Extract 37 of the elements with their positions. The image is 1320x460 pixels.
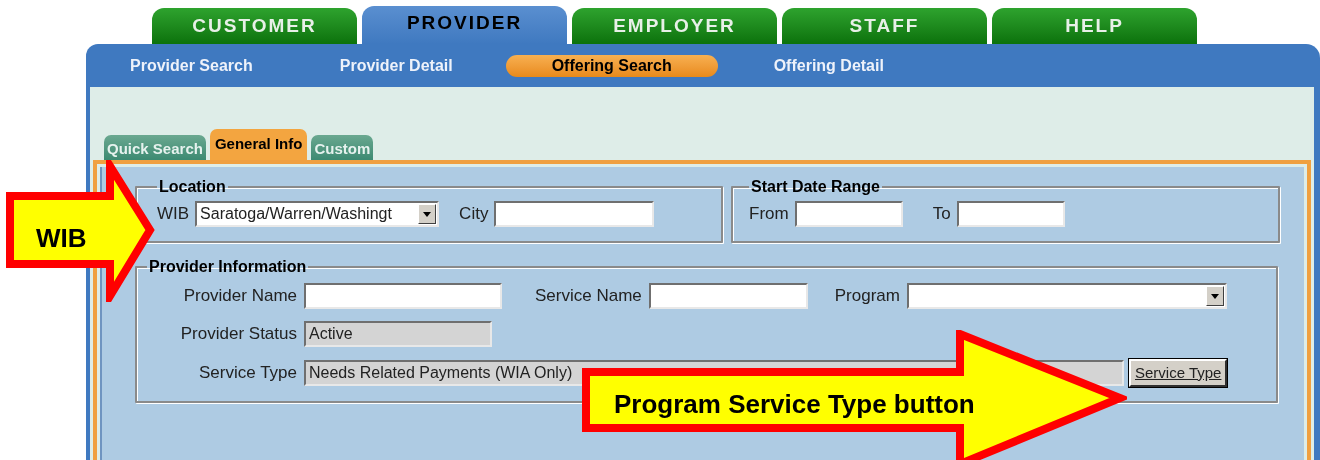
form-tab[interactable]: General Info — [209, 129, 308, 160]
nav-tab[interactable]: HELP — [992, 8, 1197, 44]
input-field[interactable] — [956, 201, 1065, 227]
field-label: Service Type — [198, 362, 297, 385]
subnav-link[interactable]: Offering Search — [505, 54, 718, 77]
field-label: City — [459, 203, 489, 226]
dropdown[interactable]: Saratoga/Warren/Washingt — [195, 201, 440, 227]
input-field[interactable] — [494, 201, 655, 227]
callout-text: WIB — [36, 222, 87, 255]
caret-icon[interactable] — [1205, 286, 1224, 306]
subnav-link[interactable]: Offering Detail — [773, 53, 884, 78]
nav-tab[interactable]: STAFF — [782, 8, 987, 44]
form-tab[interactable]: Quick Search — [104, 135, 206, 160]
subnav-link[interactable]: Provider Detail — [339, 53, 453, 78]
field-label: Program — [834, 285, 900, 308]
nav-tab[interactable]: CUSTOMER — [152, 8, 357, 44]
field-label: WIB — [157, 203, 190, 226]
section-legend: Start Date Range — [749, 175, 882, 199]
readonly-field[interactable]: Active — [304, 321, 492, 347]
dropdown[interactable] — [906, 283, 1227, 309]
section-legend: Provider Information — [147, 255, 309, 279]
field-label: Provider Name — [182, 285, 297, 308]
callout-text: Program Service Type button — [614, 388, 975, 421]
nav-tab[interactable]: EMPLOYER — [572, 8, 777, 44]
input-field[interactable] — [304, 283, 502, 309]
field-label: To — [932, 203, 951, 226]
field-label: From — [749, 203, 789, 226]
caret-icon[interactable] — [418, 204, 437, 224]
field-label: Provider Status — [179, 323, 297, 346]
form-tab[interactable]: Custom — [311, 135, 374, 160]
subnav-link[interactable]: Provider Search — [130, 53, 253, 78]
input-field[interactable] — [648, 283, 808, 309]
nav-tab[interactable]: PROVIDER — [362, 6, 567, 44]
service-type-button[interactable]: Service Type — [1129, 359, 1228, 387]
section-legend: Location — [157, 175, 228, 199]
input-field[interactable] — [794, 201, 903, 227]
field-label: Service Name — [535, 285, 642, 308]
